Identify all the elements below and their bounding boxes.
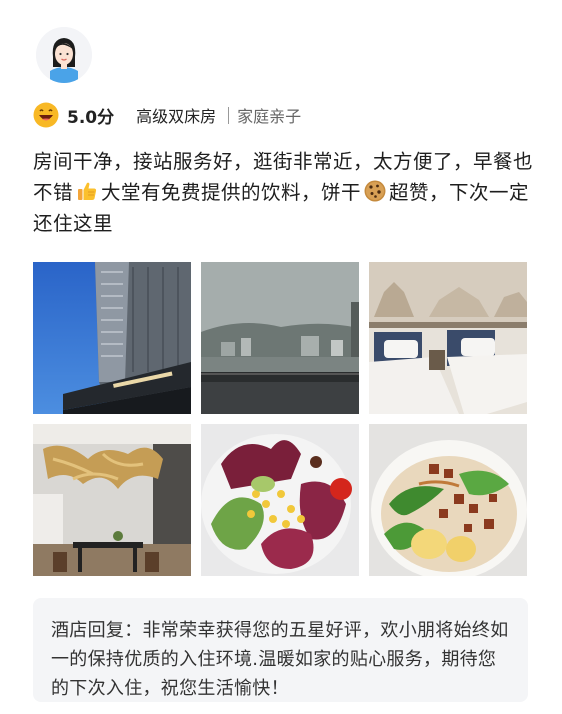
salad-photo[interactable] [201, 424, 359, 576]
rating-row: 5.0分 高级双床房 家庭亲子 [33, 100, 301, 130]
city-view-photo[interactable] [201, 262, 359, 414]
rating-score: 5.0分 [67, 107, 115, 128]
noodles-photo[interactable] [369, 424, 527, 576]
hotel-reply: 酒店回复：非常荣幸获得您的五星好评，欢小朋将始终如一的保持优质的入住环境.温暖如… [33, 598, 528, 702]
user-avatar-icon [36, 27, 92, 83]
user-avatar[interactable] [36, 27, 92, 83]
review-card: 5.0分 高级双床房 家庭亲子 房间干净，接站服务好，逛街非常近，太方便了，早餐… [0, 0, 562, 714]
hotel-reply-text: 酒店回复：非常荣幸获得您的五星好评，欢小朋将始终如一的保持优质的入住环境.温暖如… [51, 620, 509, 699]
divider [228, 106, 230, 124]
thumbs-up-icon [78, 182, 97, 200]
twin-bedroom-photo[interactable] [369, 262, 527, 414]
hotel-exterior-photo[interactable] [33, 262, 191, 414]
review-text-part2: 大堂有免费提供的饮料，饼干 [101, 181, 362, 204]
photo-grid [33, 262, 528, 576]
trip-type-tag: 家庭亲子 [237, 107, 302, 126]
smiling-face-icon [33, 102, 59, 128]
review-text: 房间干净，接站服务好，逛街非常近，太方便了，早餐也不错 大堂有免费提供的饮料，饼… [33, 146, 533, 239]
lobby-photo[interactable] [33, 424, 191, 576]
room-type: 高级双床房 [136, 107, 217, 126]
cookie-icon [364, 180, 386, 202]
